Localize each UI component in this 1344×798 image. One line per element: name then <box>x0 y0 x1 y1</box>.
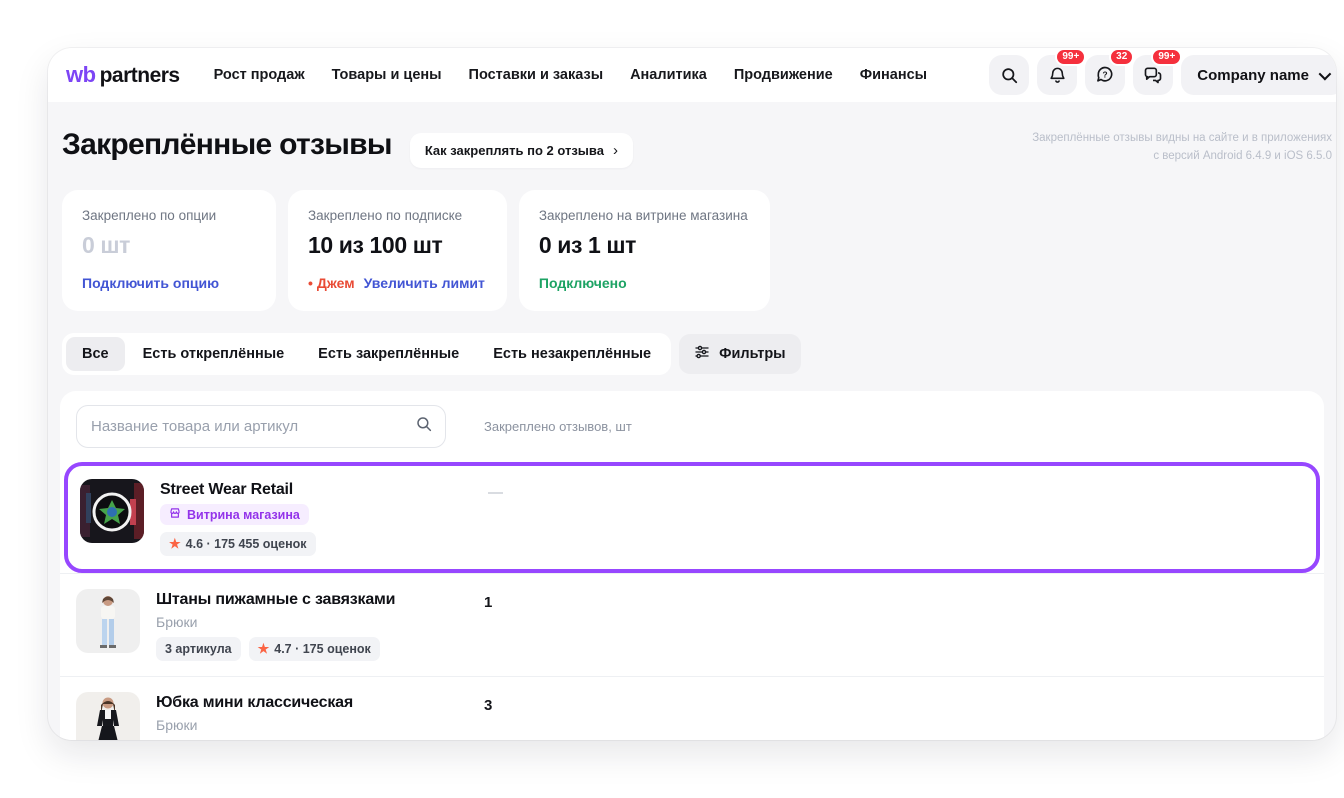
product-title: Штаны пижамные с завязками <box>156 591 395 609</box>
chevron-right-icon: › <box>613 146 618 156</box>
tabs-row: Все Есть откреплённые Есть закреплённые … <box>62 333 1322 375</box>
top-actions: 99+ ? 32 99+ Company name <box>989 55 1318 95</box>
nav-sales-growth[interactable]: Рост продаж <box>214 67 305 83</box>
product-cell: Юбка мини классическая Брюки 5 артикулов… <box>76 692 484 740</box>
card-pinned-by-subscription: Закреплено по подписке 10 из 100 шт Джем… <box>288 190 507 311</box>
product-thumbnail <box>80 479 144 543</box>
nav-supplies-orders[interactable]: Поставки и заказы <box>469 67 604 83</box>
storefront-icon <box>169 507 181 522</box>
page-title: Закреплённые отзывы <box>62 128 392 162</box>
table-row[interactable]: Юбка мини классическая Брюки 5 артикулов… <box>60 676 1324 740</box>
nav-analytics[interactable]: Аналитика <box>630 67 707 83</box>
card-subscription-label: Закреплено по подписке <box>308 208 485 223</box>
showcase-badge-label: Витрина магазина <box>187 508 300 522</box>
sliders-icon <box>694 344 710 364</box>
card-showcase-value: 0 из 1 шт <box>539 232 748 259</box>
product-info: Штаны пижамные с завязками Брюки 3 артик… <box>156 589 395 661</box>
product-search[interactable] <box>76 405 446 448</box>
connected-status: Подключено <box>539 275 627 291</box>
highlighted-row-wrapper: Street Wear Retail Витрина магазина ★ 4.6… <box>64 462 1320 573</box>
product-meta: ★ 4.6 · 175 455 оценок <box>160 532 316 556</box>
app-window: wb partners Рост продаж Товары и цены По… <box>48 48 1336 740</box>
product-title: Street Wear Retail <box>160 481 316 499</box>
product-cell: Штаны пижамные с завязками Брюки 3 артик… <box>76 589 484 661</box>
table-row-showcase[interactable]: Street Wear Retail Витрина магазина ★ 4.6… <box>68 466 1316 569</box>
search-icon <box>1000 66 1019 85</box>
pinned-count: — <box>488 479 1304 556</box>
filters-button[interactable]: Фильтры <box>679 334 800 374</box>
articles-pill: 3 артикула <box>156 637 241 661</box>
notifications-button[interactable]: 99+ <box>1037 55 1077 95</box>
star-icon: ★ <box>169 536 181 552</box>
card-showcase-label: Закреплено на витрине магазина <box>539 208 748 223</box>
product-thumbnail <box>76 692 140 740</box>
card-option-label: Закреплено по опции <box>82 208 254 223</box>
support-badge: 32 <box>1109 48 1134 66</box>
logo-wb: wb <box>66 62 96 88</box>
company-selector[interactable]: Company name <box>1181 55 1336 95</box>
product-meta: 3 артикула ★ 4.7 · 175 оценок <box>156 637 395 661</box>
table-row[interactable]: Штаны пижамные с завязками Брюки 3 артик… <box>60 573 1324 676</box>
column-header-pinned-reviews: Закреплено отзывов, шт <box>484 419 1308 434</box>
howto-pin-label: Как закреплять по 2 отзыва <box>425 143 604 158</box>
title-row: Закреплённые отзывы Как закреплять по 2 … <box>62 128 1322 168</box>
tabs-group: Все Есть откреплённые Есть закреплённые … <box>62 333 671 375</box>
connect-option-link[interactable]: Подключить опцию <box>82 275 219 291</box>
wb-partners-logo[interactable]: wb partners <box>66 62 180 88</box>
chats-icon <box>1143 65 1163 85</box>
nav-promotion[interactable]: Продвижение <box>734 67 833 83</box>
version-note: Закреплённые отзывы видны на сайте и в п… <box>1032 128 1332 166</box>
list-header: Закреплено отзывов, шт <box>60 391 1324 460</box>
filters-label: Фильтры <box>719 346 785 362</box>
howto-pin-button[interactable]: Как закреплять по 2 отзыва › <box>410 133 633 168</box>
products-list: Закреплено отзывов, шт <box>60 391 1324 740</box>
product-category: Брюки <box>156 614 395 630</box>
card-pinned-on-showcase: Закреплено на витрине магазина 0 из 1 шт… <box>519 190 770 311</box>
version-note-line1: Закреплённые отзывы видны на сайте и в п… <box>1032 130 1332 148</box>
chats-badge: 99+ <box>1151 48 1182 66</box>
support-button[interactable]: ? 32 <box>1085 55 1125 95</box>
increase-limit-link[interactable]: Увеличить лимит <box>364 275 485 291</box>
nav-goods-prices[interactable]: Товары и цены <box>332 67 442 83</box>
rating-text: 4.6 · 175 455 оценок <box>186 537 307 551</box>
search-icon <box>415 415 433 438</box>
notifications-badge: 99+ <box>1055 48 1086 66</box>
tab-has-pinned[interactable]: Есть закреплённые <box>302 337 475 371</box>
chats-button[interactable]: 99+ <box>1133 55 1173 95</box>
product-search-input[interactable] <box>91 418 415 435</box>
pinned-count: 3 <box>484 692 1308 740</box>
tab-all[interactable]: Все <box>66 337 125 371</box>
card-pinned-by-option: Закреплено по опции 0 шт Подключить опци… <box>62 190 276 311</box>
card-option-value: 0 шт <box>82 232 254 259</box>
product-info: Юбка мини классическая Брюки 5 артикулов… <box>156 692 381 740</box>
company-name: Company name <box>1197 67 1309 84</box>
star-icon: ★ <box>258 641 270 657</box>
product-thumbnail <box>76 589 140 653</box>
tab-has-unpinned[interactable]: Есть откреплённые <box>127 337 301 371</box>
chevron-down-icon <box>1319 67 1332 80</box>
jam-tag[interactable]: Джем <box>308 275 355 291</box>
nav-finance[interactable]: Финансы <box>860 67 927 83</box>
top-navigation-bar: wb partners Рост продаж Товары и цены По… <box>48 48 1336 102</box>
version-note-line2: с версий Android 6.4.9 и iOS 6.5.0 <box>1032 148 1332 166</box>
rating-pill: ★ 4.6 · 175 455 оценок <box>160 532 316 556</box>
pinned-count: 1 <box>484 589 1308 661</box>
svg-text:?: ? <box>1103 70 1108 80</box>
product-title: Юбка мини классическая <box>156 694 381 712</box>
search-button[interactable] <box>989 55 1029 95</box>
main-nav: Рост продаж Товары и цены Поставки и зак… <box>214 67 927 83</box>
product-cell: Street Wear Retail Витрина магазина ★ 4.6… <box>80 479 488 556</box>
product-info: Street Wear Retail Витрина магазина ★ 4.6… <box>160 479 316 556</box>
logo-partners: partners <box>100 64 180 88</box>
product-category: Брюки <box>156 717 381 733</box>
rating-pill: ★ 4.7 · 175 оценок <box>249 637 380 661</box>
tab-has-not-pinned[interactable]: Есть незакреплённые <box>477 337 667 371</box>
help-bubble-icon: ? <box>1095 65 1115 85</box>
stat-cards: Закреплено по опции 0 шт Подключить опци… <box>62 190 1322 311</box>
card-subscription-value: 10 из 100 шт <box>308 232 485 259</box>
rating-text: 4.7 · 175 оценок <box>274 642 371 656</box>
showcase-badge: Витрина магазина <box>160 504 309 525</box>
bell-icon <box>1048 66 1067 85</box>
